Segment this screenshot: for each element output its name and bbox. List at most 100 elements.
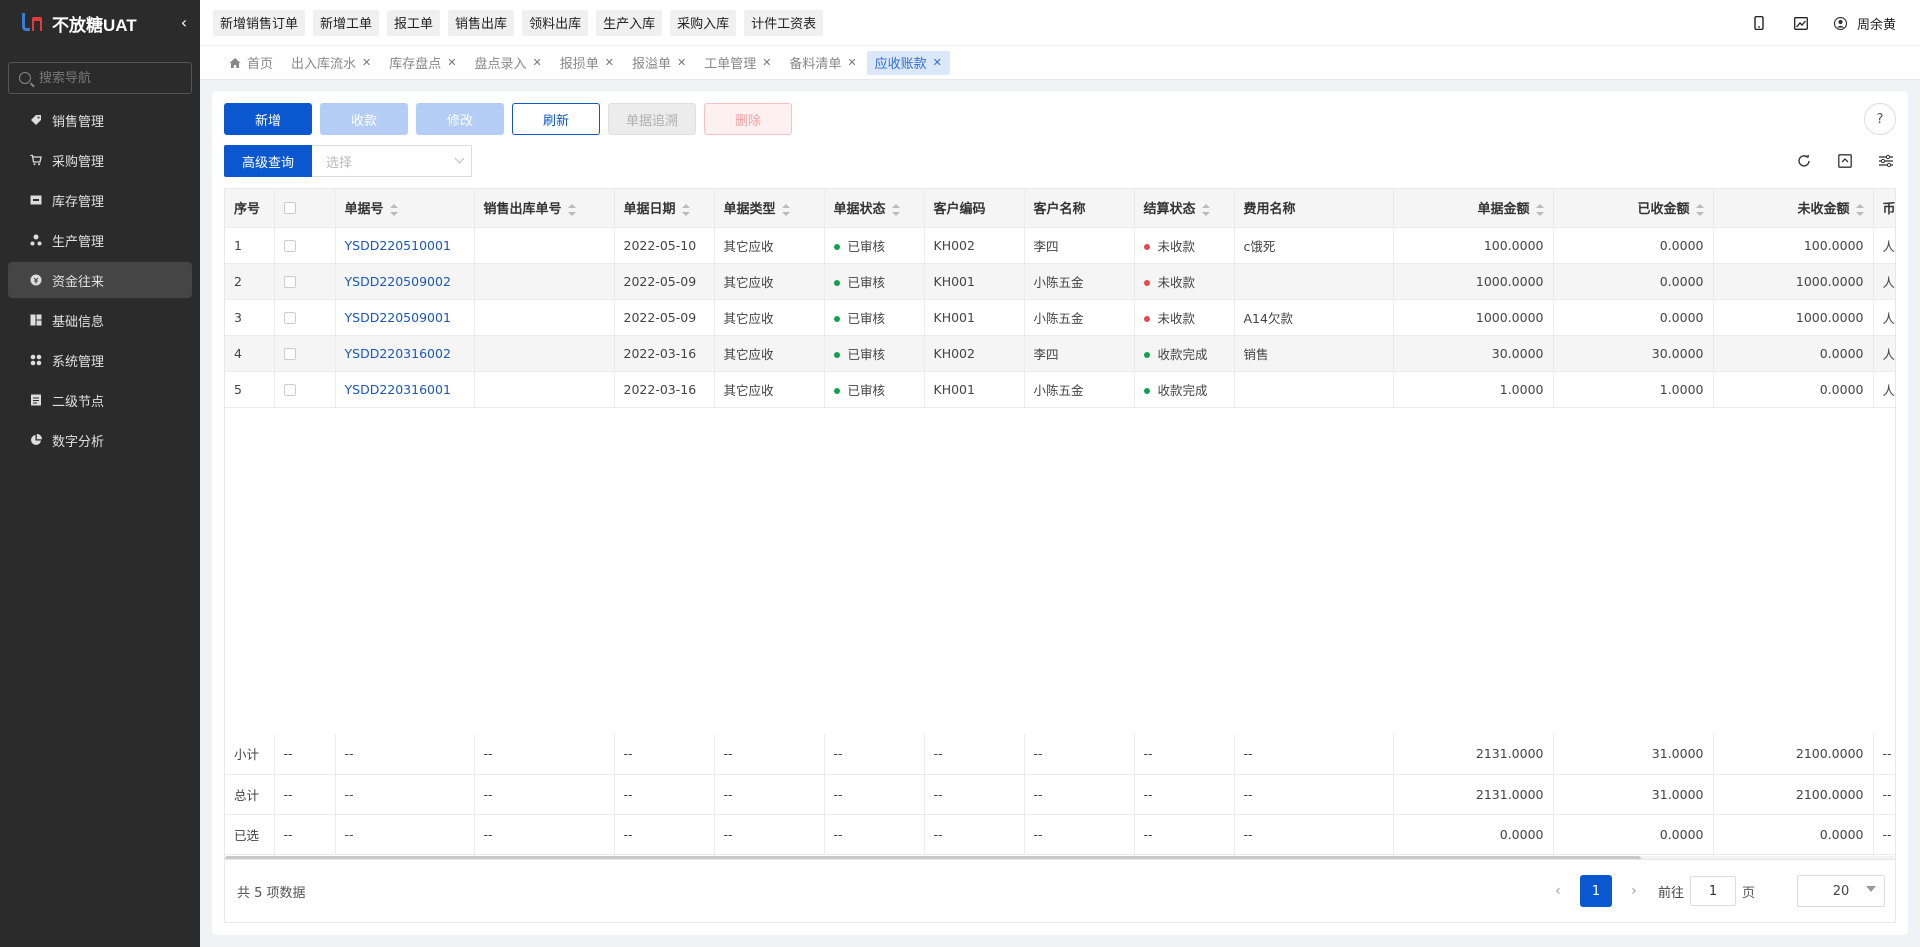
- close-icon[interactable]: ✕: [762, 56, 771, 69]
- delete-button[interactable]: 删除: [704, 103, 792, 135]
- user-name[interactable]: 周余黄: [1857, 14, 1896, 33]
- sidebar-item-second-node[interactable]: 二级节点: [8, 382, 192, 418]
- table-row[interactable]: 1 YSDD220510001 2022-05-10 其它应收 已审核 KH002 李四 未收…: [225, 227, 1895, 264]
- sort-icon[interactable]: [389, 203, 398, 216]
- density-icon[interactable]: [1835, 151, 1855, 171]
- row-checkbox[interactable]: [283, 384, 296, 396]
- sidebar-item-funds[interactable]: 资金往来: [8, 262, 192, 298]
- select-all-checkbox[interactable]: [283, 201, 296, 214]
- table-row[interactable]: 3 YSDD220509001 2022-05-09 其它应收 已审核 KH001 小陈五金…: [225, 299, 1895, 336]
- column-header-3[interactable]: 销售出库单号: [474, 189, 615, 228]
- refresh-button[interactable]: 刷新: [512, 103, 600, 135]
- column-header-6[interactable]: 单据状态: [824, 189, 925, 228]
- collect-button[interactable]: 收款: [320, 103, 408, 135]
- tab-0[interactable]: 首页: [221, 51, 281, 75]
- page-number-current[interactable]: 1: [1579, 875, 1612, 907]
- column-header-4[interactable]: 单据日期: [614, 189, 715, 228]
- row-checkbox[interactable]: [283, 312, 296, 324]
- quick-button-1[interactable]: 新增工单: [313, 9, 380, 36]
- quick-button-3[interactable]: 销售出库: [448, 9, 515, 36]
- quick-button-0[interactable]: 新增销售订单: [213, 9, 306, 36]
- cell-text: 0.0000: [1659, 273, 1704, 289]
- sidebar-item-purchase[interactable]: 采购管理: [8, 142, 192, 178]
- tab-6[interactable]: 工单管理 ✕: [696, 51, 779, 75]
- column-header-2[interactable]: 单据号: [335, 189, 475, 228]
- edit-button[interactable]: 修改: [416, 103, 504, 135]
- sort-icon[interactable]: [1201, 203, 1210, 216]
- cell-currency: 人: [1873, 227, 1895, 264]
- sidebar-item-sales[interactable]: 销售管理: [8, 102, 192, 138]
- nav-search-input[interactable]: [39, 70, 179, 86]
- mobile-icon[interactable]: [1749, 13, 1769, 33]
- column-header-12[interactable]: 已收金额: [1553, 189, 1714, 228]
- nav-search[interactable]: [8, 62, 192, 94]
- sort-icon[interactable]: [567, 203, 576, 216]
- sidebar-item-system[interactable]: 系统管理: [8, 342, 192, 378]
- table-row[interactable]: 4 YSDD220316002 2022-03-16 其它应收 已审核 KH002 李四 收款…: [225, 335, 1895, 372]
- column-header-13[interactable]: 未收金额: [1713, 189, 1874, 228]
- add-button[interactable]: 新增: [224, 103, 312, 135]
- home-icon: [229, 57, 241, 69]
- goto-page-input[interactable]: [1689, 876, 1736, 906]
- sort-icon[interactable]: [1695, 203, 1704, 216]
- screen-image-icon[interactable]: [1791, 13, 1811, 33]
- row-checkbox[interactable]: [283, 240, 296, 252]
- cell-text: 100.0000: [1483, 237, 1544, 253]
- doc-number-link[interactable]: YSDD220509002: [345, 274, 451, 289]
- page-size-select[interactable]: 20: [1797, 875, 1885, 907]
- sidebar-item-production[interactable]: 生产管理: [8, 222, 192, 258]
- tab-2[interactable]: 库存盘点 ✕: [381, 51, 464, 75]
- close-icon[interactable]: ✕: [677, 56, 686, 69]
- doc-number-link[interactable]: YSDD220510001: [345, 238, 451, 253]
- collapse-sidebar-icon[interactable]: ‹: [176, 13, 192, 33]
- advanced-query-button[interactable]: 高级查询: [224, 145, 312, 177]
- table-row[interactable]: 2 YSDD220509002 2022-05-09 其它应收 已审核 KH001 小陈五金…: [225, 263, 1895, 300]
- close-icon[interactable]: ✕: [933, 56, 942, 69]
- sidebar-item-inventory[interactable]: 库存管理: [8, 182, 192, 218]
- page-unit: 页: [1741, 885, 1755, 901]
- tab-3[interactable]: 盘点录入 ✕: [466, 51, 549, 75]
- column-settings-icon[interactable]: [1876, 151, 1896, 171]
- quick-button-5[interactable]: 生产入库: [596, 9, 663, 36]
- help-icon[interactable]: ?: [1864, 103, 1896, 135]
- sort-icon[interactable]: [781, 203, 790, 216]
- close-icon[interactable]: ✕: [362, 56, 371, 69]
- query-select[interactable]: 选择: [312, 145, 472, 177]
- quick-button-4[interactable]: 领料出库: [522, 9, 589, 36]
- doc-number-link[interactable]: YSDD220316001: [345, 382, 451, 397]
- close-icon[interactable]: ✕: [605, 56, 614, 69]
- sidebar-item-basic-info[interactable]: 基础信息: [8, 302, 192, 338]
- summary-cell-text: --: [483, 746, 493, 762]
- tab-1[interactable]: 出入库流水 ✕: [283, 51, 379, 75]
- tab-8[interactable]: 应收账款 ✕: [866, 50, 950, 75]
- table-row[interactable]: 5 YSDD220316001 2022-03-16 其它应收 已审核 KH001 小陈五金…: [225, 371, 1895, 408]
- prev-page-icon[interactable]: ‹: [1548, 875, 1568, 907]
- summary-cell-text: --: [723, 826, 733, 842]
- tab-7[interactable]: 备料清单 ✕: [781, 51, 864, 75]
- quick-button-6[interactable]: 采购入库: [670, 9, 737, 36]
- tab-5[interactable]: 报溢单 ✕: [624, 51, 694, 75]
- row-checkbox[interactable]: [283, 276, 296, 288]
- quick-button-7[interactable]: 计件工资表: [744, 9, 824, 36]
- column-header-11[interactable]: 单据金额: [1393, 189, 1554, 228]
- quick-button-2[interactable]: 报工单: [387, 9, 441, 36]
- sort-icon[interactable]: [1855, 203, 1864, 216]
- close-icon[interactable]: ✕: [847, 56, 856, 69]
- sidebar-item-analysis[interactable]: 数字分析: [8, 422, 192, 458]
- column-header-7: 客户编码: [924, 189, 1025, 228]
- doc-number-link[interactable]: YSDD220509001: [345, 310, 451, 325]
- sort-icon[interactable]: [891, 203, 900, 216]
- user-avatar-icon[interactable]: [1831, 13, 1851, 33]
- close-icon[interactable]: ✕: [447, 56, 456, 69]
- sort-icon[interactable]: [681, 203, 690, 216]
- sort-icon[interactable]: [1535, 203, 1544, 216]
- next-page-icon[interactable]: ›: [1624, 875, 1644, 907]
- row-checkbox[interactable]: [283, 348, 296, 360]
- trace-button[interactable]: 单据追溯: [608, 103, 696, 135]
- column-header-5[interactable]: 单据类型: [714, 189, 825, 228]
- close-icon[interactable]: ✕: [533, 56, 542, 69]
- tab-4[interactable]: 报损单 ✕: [552, 51, 622, 75]
- reload-icon[interactable]: [1794, 151, 1814, 171]
- doc-number-link[interactable]: YSDD220316002: [345, 346, 451, 361]
- column-header-9[interactable]: 结算状态: [1134, 189, 1235, 228]
